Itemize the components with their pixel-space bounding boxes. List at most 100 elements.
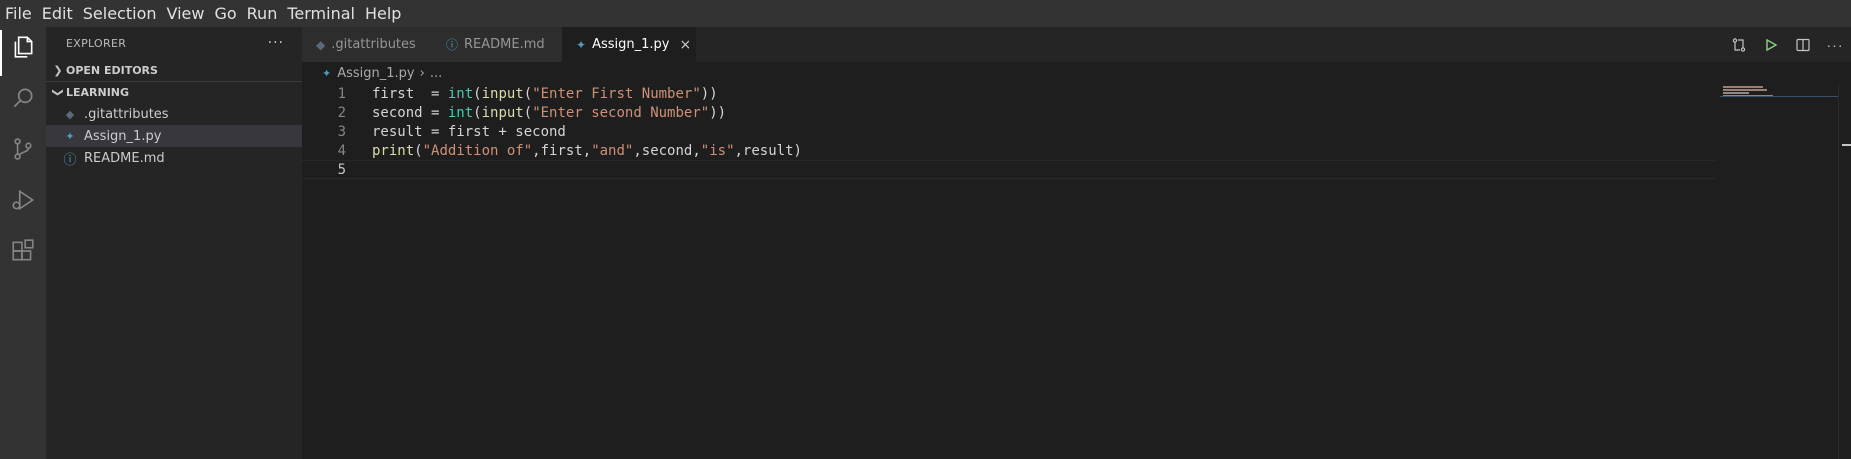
code-token: "Enter second Number" — [532, 104, 710, 121]
explorer-title: EXPLORER — [66, 36, 127, 50]
scrollbar-cursor-marker — [1842, 144, 1851, 146]
menu-run[interactable]: Run — [242, 0, 283, 27]
line-number: 5 — [337, 161, 346, 178]
minimap-line — [1723, 86, 1763, 88]
code-token: ( — [523, 85, 533, 102]
explorer-icon[interactable] — [8, 32, 38, 62]
explorer-sidebar: EXPLORER ··· ❯ OPEN EDITORS ❯ LEARNING ◆… — [46, 27, 302, 459]
code-token: ( — [523, 104, 533, 121]
active-indicator — [0, 30, 2, 76]
minimap[interactable] — [1720, 84, 1838, 459]
folder-section[interactable]: ❯ LEARNING — [46, 81, 302, 103]
code-token: int — [447, 104, 474, 121]
open-editors-label: OPEN EDITORS — [66, 63, 158, 77]
code-token: ( — [473, 104, 482, 121]
line-code: first = int(input("Enter First Number")) — [372, 86, 718, 102]
file-item-gitattributes[interactable]: ◆ .gitattributes — [46, 103, 302, 125]
code-editor[interactable]: 1 first = int(input("Enter First Number"… — [302, 84, 1851, 459]
menu-view[interactable]: View — [162, 0, 210, 27]
vertical-scrollbar[interactable] — [1838, 84, 1851, 459]
close-icon[interactable]: × — [679, 37, 691, 53]
line-number: 3 — [337, 123, 346, 140]
git-file-icon: ◆ — [65, 107, 75, 121]
compare-changes-icon[interactable] — [1723, 27, 1755, 62]
menu-bar: File Edit Selection View Go Run Terminal… — [0, 0, 1851, 27]
code-line: 4 print("Addition of",first,"and",second… — [302, 141, 1716, 160]
file-label: .gitattributes — [84, 106, 169, 122]
code-line-current: 5 — [302, 160, 1716, 179]
editor-tab-bar: ◆ .gitattributes ⓘ README.md ✦ Assign_1.… — [302, 27, 1851, 62]
line-code: print("Addition of",first,"and",second,"… — [372, 143, 802, 159]
line-code: result = first + second — [372, 124, 566, 140]
code-token: ,first, — [532, 142, 592, 159]
tab-label: README.md — [464, 37, 545, 52]
search-icon[interactable] — [8, 83, 38, 113]
menu-go[interactable]: Go — [209, 0, 241, 27]
code-token: )) — [700, 85, 718, 102]
code-token: ( — [473, 85, 482, 102]
code-token: first = — [372, 85, 448, 102]
code-token: "Enter First Number" — [532, 85, 701, 102]
minimap-line — [1723, 89, 1767, 91]
chevron-right-icon: ❯ — [53, 63, 63, 77]
python-file-icon: ✦ — [576, 37, 587, 52]
line-number: 1 — [337, 85, 346, 102]
code-token: ,second, — [633, 142, 701, 159]
breadcrumb: ✦ Assign_1.py › ... — [302, 62, 1851, 84]
line-number: 2 — [337, 104, 346, 121]
info-file-icon: ⓘ — [446, 38, 459, 52]
file-label: Assign_1.py — [84, 128, 162, 144]
menu-terminal[interactable]: Terminal — [282, 0, 360, 27]
more-actions-icon[interactable]: ··· — [1819, 27, 1851, 62]
breadcrumb-separator: › — [419, 65, 425, 81]
code-line: 3 result = first + second — [302, 122, 1716, 141]
file-item-assign-1-py[interactable]: ✦ Assign_1.py — [46, 125, 302, 147]
code-token: input — [481, 104, 524, 121]
line-code: second = int(input("Enter second Number"… — [372, 105, 726, 121]
code-token: int — [447, 85, 474, 102]
code-line: 1 first = int(input("Enter First Number"… — [302, 84, 1716, 103]
code-token: )) — [709, 104, 727, 121]
code-token: print — [372, 142, 415, 159]
tab-label: Assign_1.py — [592, 37, 670, 52]
split-editor-icon[interactable] — [1787, 27, 1819, 62]
open-editors-section[interactable]: ❯ OPEN EDITORS — [46, 59, 302, 81]
minimap-viewport — [1720, 96, 1838, 97]
folder-label: LEARNING — [66, 86, 130, 99]
code-token: ,result) — [734, 142, 802, 159]
code-token: input — [481, 85, 524, 102]
breadcrumb-file[interactable]: Assign_1.py — [337, 66, 414, 81]
tab-gitattributes[interactable]: ◆ .gitattributes — [302, 27, 432, 62]
menu-selection[interactable]: Selection — [78, 0, 162, 27]
chevron-down-icon: ❯ — [51, 87, 65, 98]
python-file-icon: ✦ — [65, 129, 75, 143]
line-number: 4 — [337, 142, 346, 159]
run-icon[interactable] — [1755, 27, 1787, 62]
code-token: "is" — [700, 142, 735, 159]
code-token: "Addition of" — [422, 142, 533, 159]
tab-readme[interactable]: ⓘ README.md — [432, 27, 562, 62]
code-token: result = first + second — [372, 123, 566, 140]
extensions-icon[interactable] — [8, 236, 38, 266]
explorer-header: EXPLORER ··· — [46, 27, 302, 59]
code-token: second = — [372, 104, 448, 121]
minimap-line — [1723, 92, 1749, 94]
more-icon[interactable]: ··· — [268, 35, 284, 51]
activity-bar — [0, 27, 46, 459]
menu-help[interactable]: Help — [360, 0, 406, 27]
menu-edit[interactable]: Edit — [37, 0, 78, 27]
code-token: "and" — [591, 142, 634, 159]
code-token: ( — [414, 142, 423, 159]
source-control-icon[interactable] — [8, 134, 38, 164]
tab-actions: ··· — [1723, 27, 1851, 62]
git-file-icon: ◆ — [316, 37, 326, 52]
info-file-icon: ⓘ — [63, 152, 77, 168]
tab-label: .gitattributes — [331, 37, 416, 52]
menu-file[interactable]: File — [0, 0, 37, 27]
run-debug-icon[interactable] — [8, 185, 38, 215]
code-line: 2 second = int(input("Enter second Numbe… — [302, 103, 1716, 122]
file-item-readme[interactable]: ⓘ README.md — [46, 147, 302, 169]
tab-assign-1-py[interactable]: ✦ Assign_1.py × — [562, 27, 696, 62]
breadcrumb-rest[interactable]: ... — [430, 66, 442, 81]
file-label: README.md — [84, 150, 165, 166]
